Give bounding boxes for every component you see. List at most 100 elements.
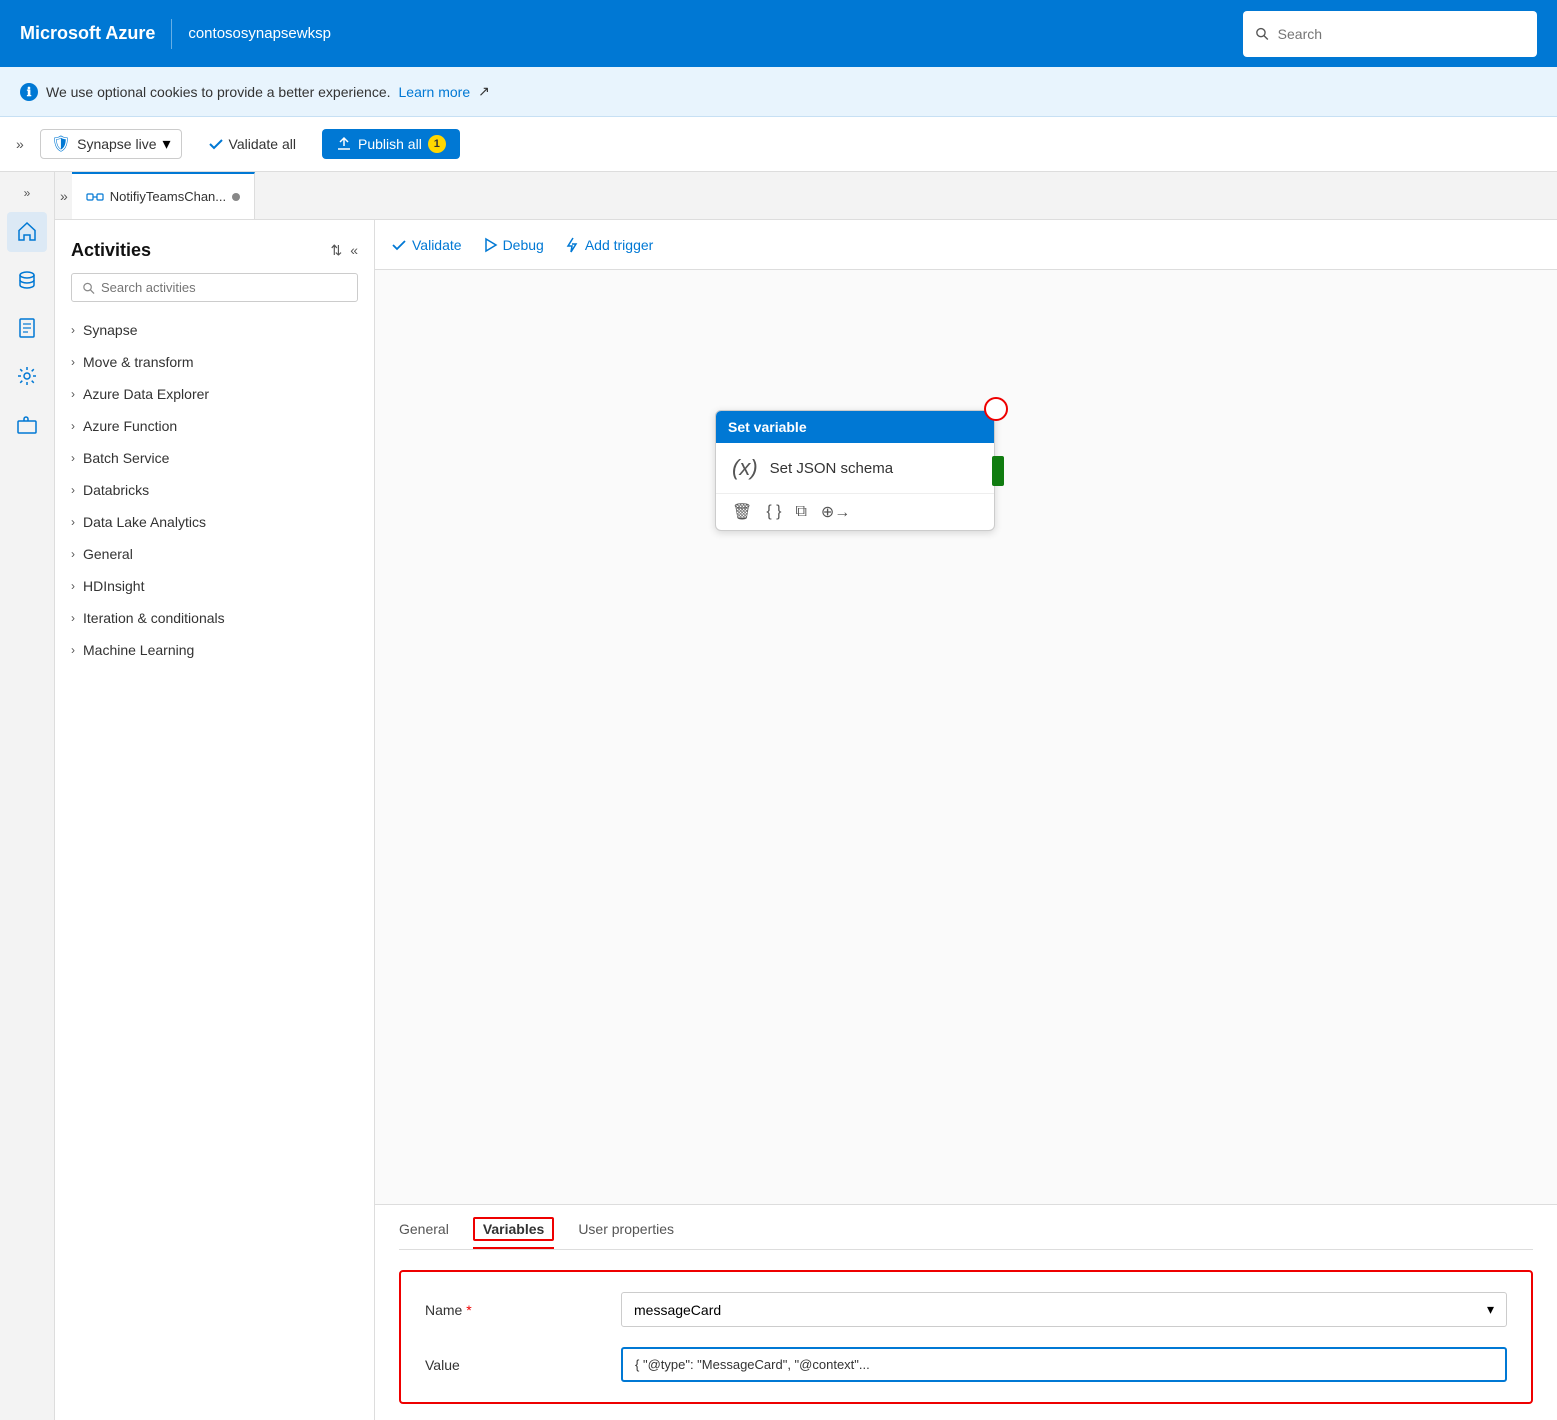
expand-panel-button[interactable]: » bbox=[60, 188, 68, 204]
collapse-sidebar-button[interactable]: » bbox=[20, 182, 35, 204]
chevron-right-icon: › bbox=[71, 451, 75, 465]
lower-section: Activities ⇅ « › bbox=[55, 220, 1557, 1420]
info-icon: ℹ bbox=[20, 83, 38, 101]
external-link-icon: ↗ bbox=[478, 83, 490, 100]
brand-title: Microsoft Azure bbox=[20, 23, 155, 44]
chevron-right-icon: › bbox=[71, 643, 75, 657]
activities-header: Activities ⇅ « bbox=[55, 220, 374, 273]
activity-group-label: Iteration & conditionals bbox=[83, 610, 225, 626]
activity-group-move-transform[interactable]: › Move & transform bbox=[55, 346, 374, 378]
form-row-value: Value bbox=[425, 1347, 1507, 1382]
value-label: Value bbox=[425, 1357, 605, 1373]
value-input[interactable] bbox=[621, 1347, 1507, 1382]
icon-sidebar: » bbox=[0, 172, 55, 1420]
code-icon[interactable]: { } bbox=[766, 503, 781, 521]
name-label: Name * bbox=[425, 1302, 605, 1318]
content-area: » NotifiyTeamsChan... Activities ⇅ bbox=[55, 172, 1557, 1420]
search-activities-input[interactable] bbox=[101, 280, 347, 295]
tab-label: NotifiyTeamsChan... bbox=[110, 189, 226, 204]
activity-group-azure-function[interactable]: › Azure Function bbox=[55, 410, 374, 442]
activity-group-general[interactable]: › General bbox=[55, 538, 374, 570]
activity-group-data-lake-analytics[interactable]: › Data Lake Analytics bbox=[55, 506, 374, 538]
required-star: * bbox=[466, 1302, 471, 1318]
activity-group-hdinsight[interactable]: › HDInsight bbox=[55, 570, 374, 602]
sidebar-item-document[interactable] bbox=[7, 308, 47, 348]
lightning-icon bbox=[564, 237, 580, 253]
tab-bar: » NotifiyTeamsChan... bbox=[55, 172, 1557, 220]
learn-more-link[interactable]: Learn more bbox=[399, 84, 471, 100]
delete-icon[interactable]: 🗑 bbox=[732, 502, 752, 522]
activity-group-label: HDInsight bbox=[83, 578, 144, 594]
sidebar-item-briefcase[interactable] bbox=[7, 404, 47, 444]
activity-group-azure-data-explorer[interactable]: › Azure Data Explorer bbox=[55, 378, 374, 410]
checkmark-icon bbox=[391, 237, 407, 253]
validate-button[interactable]: Validate bbox=[391, 237, 462, 253]
publish-all-button[interactable]: Publish all 1 bbox=[322, 129, 460, 159]
connect-icon[interactable]: ⊕→ bbox=[821, 502, 850, 522]
chevron-right-icon: › bbox=[71, 387, 75, 401]
sidebar-item-home[interactable] bbox=[7, 212, 47, 252]
play-icon bbox=[482, 237, 498, 253]
activity-group-label: Data Lake Analytics bbox=[83, 514, 206, 530]
activities-title: Activities bbox=[71, 240, 151, 261]
activities-list: › Synapse › Move & transform › Azure Dat… bbox=[55, 314, 374, 1420]
set-variable-card[interactable]: Set variable (x) Set JSON schema 🗑 { } ⧉… bbox=[715, 410, 995, 531]
collapse-activities-icon[interactable]: ⇅ bbox=[330, 242, 342, 259]
tab-modified-indicator bbox=[232, 193, 240, 201]
tab-general[interactable]: General bbox=[399, 1221, 449, 1249]
chevron-right-icon: › bbox=[71, 323, 75, 337]
dropdown-chevron-icon: ▾ bbox=[1487, 1301, 1494, 1318]
activity-group-machine-learning[interactable]: › Machine Learning bbox=[55, 634, 374, 666]
cookie-banner: ℹ We use optional cookies to provide a b… bbox=[0, 67, 1557, 117]
canvas-content: Set variable (x) Set JSON schema 🗑 { } ⧉… bbox=[375, 270, 1557, 1204]
sidebar-item-database[interactable] bbox=[7, 260, 47, 300]
card-body: (x) Set JSON schema bbox=[716, 443, 994, 493]
card-label: Set JSON schema bbox=[770, 460, 893, 477]
secondary-toolbar: » 🛡 Synapse live ▾ Validate all Publish … bbox=[0, 117, 1557, 172]
chevron-right-icon: › bbox=[71, 419, 75, 433]
collapse-button[interactable]: » bbox=[16, 136, 24, 152]
activity-group-databricks[interactable]: › Databricks bbox=[55, 474, 374, 506]
name-value: messageCard bbox=[634, 1302, 721, 1318]
green-success-indicator bbox=[992, 456, 1004, 486]
search-activities-box[interactable] bbox=[71, 273, 358, 302]
name-dropdown[interactable]: messageCard ▾ bbox=[621, 1292, 1507, 1327]
activity-group-label: Batch Service bbox=[83, 450, 169, 466]
close-activities-icon[interactable]: « bbox=[350, 242, 358, 259]
synapse-icon: 🛡 bbox=[51, 134, 71, 154]
chevron-down-icon: ▾ bbox=[163, 134, 171, 154]
search-box[interactable] bbox=[1243, 11, 1537, 57]
chevron-right-icon: › bbox=[71, 611, 75, 625]
add-trigger-button[interactable]: Add trigger bbox=[564, 237, 653, 253]
checkmark-icon bbox=[208, 136, 224, 152]
cookie-text: We use optional cookies to provide a bet… bbox=[46, 84, 391, 100]
tab-user-properties[interactable]: User properties bbox=[578, 1221, 674, 1249]
publish-count-badge: 1 bbox=[428, 135, 446, 153]
search-icon bbox=[1255, 26, 1270, 42]
pipeline-icon bbox=[86, 188, 104, 206]
copy-icon[interactable]: ⧉ bbox=[795, 503, 806, 521]
activity-group-label: Databricks bbox=[83, 482, 149, 498]
variables-tab-label: Variables bbox=[473, 1217, 555, 1241]
workspace-name: contososynapsewksp bbox=[188, 25, 331, 42]
upload-icon bbox=[336, 136, 352, 152]
canvas-area: Validate Debug Add trigger bbox=[375, 220, 1557, 1420]
debug-button[interactable]: Debug bbox=[482, 237, 544, 253]
activity-group-batch-service[interactable]: › Batch Service bbox=[55, 442, 374, 474]
variable-icon: (x) bbox=[732, 455, 758, 481]
sidebar-item-settings[interactable] bbox=[7, 356, 47, 396]
activity-group-iteration-conditionals[interactable]: › Iteration & conditionals bbox=[55, 602, 374, 634]
activity-group-label: Azure Function bbox=[83, 418, 177, 434]
pipeline-tab[interactable]: NotifiyTeamsChan... bbox=[72, 172, 255, 219]
main-layout: » » NotifiyTeamsChan.. bbox=[0, 172, 1557, 1420]
synapse-badge[interactable]: 🛡 Synapse live ▾ bbox=[40, 129, 182, 159]
activities-actions: ⇅ « bbox=[330, 242, 358, 259]
bottom-tabs: General Variables User properties bbox=[399, 1221, 1533, 1250]
activity-group-label: Move & transform bbox=[83, 354, 193, 370]
tab-variables[interactable]: Variables bbox=[473, 1221, 555, 1249]
activity-group-synapse[interactable]: › Synapse bbox=[55, 314, 374, 346]
activity-group-label: General bbox=[83, 546, 133, 562]
search-input[interactable] bbox=[1278, 26, 1525, 42]
validate-all-button[interactable]: Validate all bbox=[198, 131, 306, 157]
chevron-right-icon: › bbox=[71, 579, 75, 593]
